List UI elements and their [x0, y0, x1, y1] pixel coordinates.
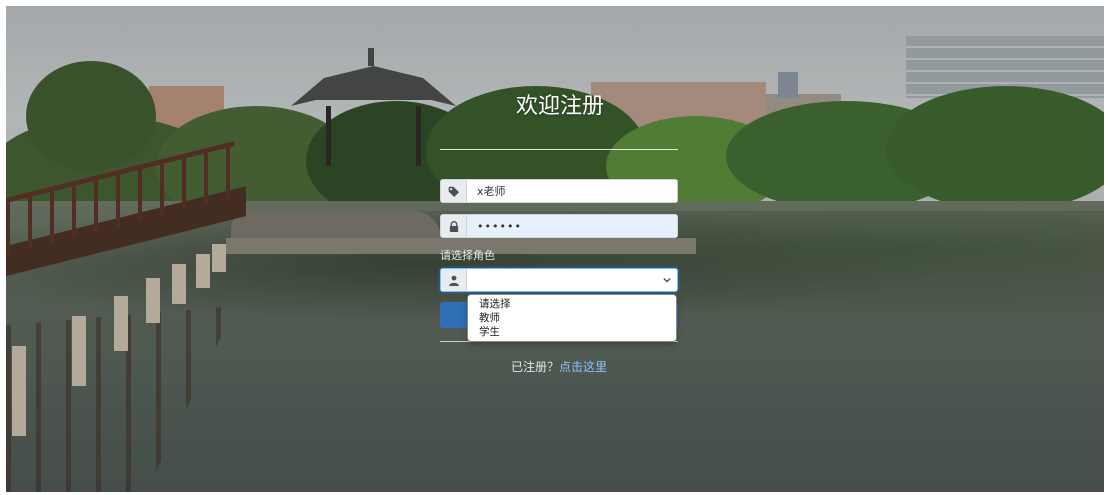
lock-icon [441, 215, 467, 237]
password-input-group [440, 214, 678, 238]
role-label: 请选择角色 [440, 249, 495, 262]
username-input[interactable] [467, 180, 677, 202]
tag-icon [441, 180, 467, 202]
username-input-group [440, 179, 678, 203]
role-select[interactable] [440, 268, 678, 292]
login-prompt-text: 已注册？ [510, 360, 559, 374]
password-input[interactable] [467, 215, 677, 237]
login-link[interactable]: 点击这里 [559, 360, 607, 374]
role-option-student[interactable]: 学生 [468, 325, 676, 339]
page-title: 欢迎注册 [515, 94, 604, 119]
role-dropdown-list: 请选择 教师 学生 [467, 294, 677, 342]
login-prompt: 已注册？点击这里 [440, 358, 678, 375]
role-option-placeholder[interactable]: 请选择 [468, 297, 676, 311]
chevron-down-icon [663, 277, 671, 283]
background-overlay [6, 6, 1104, 492]
title-divider [440, 149, 678, 150]
role-option-teacher[interactable]: 教师 [468, 311, 676, 325]
role-select-face[interactable] [467, 269, 677, 291]
user-icon [441, 269, 467, 291]
registration-page: 欢迎注册 请选择角色 [6, 6, 1104, 492]
